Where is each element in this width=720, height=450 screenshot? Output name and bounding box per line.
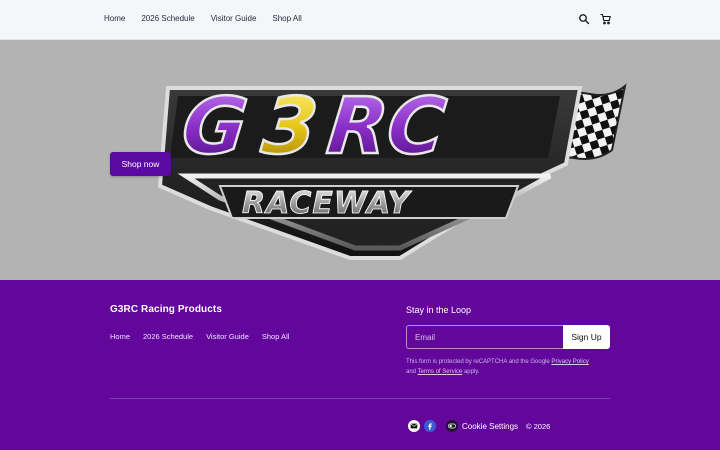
nav-visitor-guide-link[interactable]: Visitor Guide <box>211 14 257 23</box>
recaptcha-suffix: apply. <box>463 369 480 375</box>
newsletter-title: Stay in the Loop <box>406 305 472 315</box>
footer-nav: Home 2026 Schedule Visitor Guide Shop Al… <box>110 332 289 341</box>
recaptcha-text: This form is protected by reCAPTCHA and … <box>406 359 550 365</box>
footer-nav-schedule-link[interactable]: 2026 Schedule <box>143 332 193 341</box>
svg-text:RACEWAY: RACEWAY <box>242 186 413 221</box>
sign-up-button[interactable]: Sign Up <box>563 325 610 349</box>
facebook-icon[interactable] <box>424 420 436 432</box>
footer-brand: G3RC Racing Products <box>110 304 223 315</box>
footer-divider <box>110 398 610 399</box>
cookie-settings-button[interactable]: Cookie Settings <box>446 420 518 432</box>
nav-home-link[interactable]: Home <box>104 14 125 23</box>
site-header: Home 2026 Schedule Visitor Guide Shop Al… <box>0 0 720 40</box>
email-input[interactable] <box>406 325 563 349</box>
svg-text:RC: RC <box>323 81 450 172</box>
shop-now-button[interactable]: Shop now <box>110 152 171 176</box>
terms-of-service-link[interactable]: Terms of Service <box>418 369 463 375</box>
site-footer: G3RC Racing Products Home 2026 Schedule … <box>0 280 720 450</box>
svg-text:3: 3 <box>258 81 322 172</box>
search-icon[interactable] <box>578 13 590 25</box>
toggle-icon <box>446 420 458 432</box>
header-actions <box>578 13 612 25</box>
g3rc-raceway-logo: G 3 RC RACEWAY <box>157 80 627 260</box>
recaptcha-and: and <box>406 369 417 375</box>
recaptcha-notice: This form is protected by reCAPTCHA and … <box>406 357 616 377</box>
cart-icon[interactable] <box>600 13 612 25</box>
nav-shop-all-link[interactable]: Shop All <box>272 14 301 23</box>
svg-text:G: G <box>178 81 252 172</box>
cookie-settings-label: Cookie Settings <box>462 421 519 431</box>
footer-nav-visitor-guide-link[interactable]: Visitor Guide <box>206 332 249 341</box>
newsletter-form: Sign Up <box>406 325 610 349</box>
privacy-policy-link[interactable]: Privacy Policy <box>551 359 588 365</box>
hero-banner: G 3 RC RACEWAY Shop now <box>0 40 720 280</box>
footer-bottom-row: Cookie Settings © 2026 <box>408 420 550 432</box>
mail-icon[interactable] <box>408 420 420 432</box>
footer-nav-shop-all-link[interactable]: Shop All <box>262 332 290 341</box>
copyright: © 2026 <box>526 421 551 431</box>
nav-schedule-link[interactable]: 2026 Schedule <box>141 14 194 23</box>
main-nav: Home 2026 Schedule Visitor Guide Shop Al… <box>104 14 302 23</box>
footer-nav-home-link[interactable]: Home <box>110 332 130 341</box>
